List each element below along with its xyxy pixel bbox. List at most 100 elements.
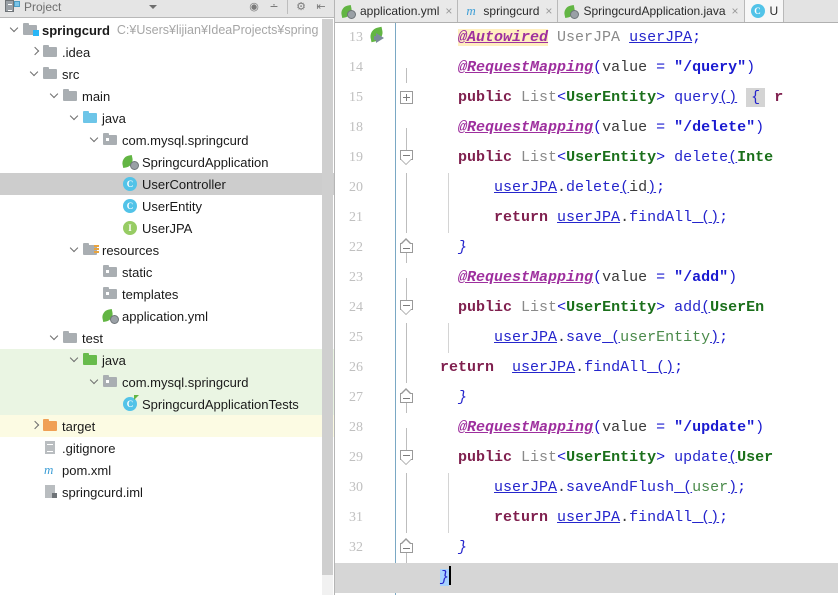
editor-tab-u[interactable]: CU xyxy=(744,0,785,22)
chevron-right-icon[interactable] xyxy=(28,41,42,63)
fold-gutter[interactable] xyxy=(396,83,418,113)
hide-panel-icon[interactable]: ⇤ xyxy=(312,0,330,16)
tree-node-springcurdapplication[interactable]: SpringcurdApplication xyxy=(0,151,334,173)
chevron-down-icon[interactable] xyxy=(8,19,22,41)
code-line[interactable]: 21 return userJPA.findAll (); xyxy=(335,203,838,233)
fold-gutter[interactable] xyxy=(396,353,418,383)
tree-node-userentity[interactable]: C UserEntity xyxy=(0,195,334,217)
run-gutter-icon[interactable] xyxy=(368,23,395,53)
fold-collapse-icon[interactable] xyxy=(400,150,413,165)
fold-region-end-icon[interactable] xyxy=(400,238,413,253)
code-line[interactable]: 28 @RequestMapping(value = "/update") xyxy=(335,413,838,443)
tree-node-resources[interactable]: resources xyxy=(0,239,334,261)
tree-node-com-mysql-springcurd[interactable]: com.mysql.springcurd xyxy=(0,371,334,393)
tree-node-springcurd[interactable]: springcurd C:¥Users¥lijian¥IdeaProjects¥s… xyxy=(0,19,334,41)
code-text[interactable]: @RequestMapping(value = "/query") xyxy=(418,53,838,83)
tree-node-springcurdapplicationtests[interactable]: C SpringcurdApplicationTests xyxy=(0,393,334,415)
code-text[interactable]: userJPA.save (userEntity); xyxy=(418,323,838,353)
expand-collapse-icon[interactable]: ∸ xyxy=(265,0,283,16)
editor-tab-springcurd[interactable]: m springcurd × xyxy=(458,0,559,22)
fold-collapse-icon[interactable] xyxy=(400,300,413,315)
scrollbar-thumb[interactable] xyxy=(322,19,333,575)
fold-gutter[interactable] xyxy=(396,23,418,53)
code-line[interactable]: 26 return userJPA.findAll (); xyxy=(335,353,838,383)
fold-gutter[interactable] xyxy=(396,383,418,413)
chevron-down-icon[interactable] xyxy=(68,107,82,129)
tree-node-com-mysql-springcurd[interactable]: com.mysql.springcurd xyxy=(0,129,334,151)
tree-node-main[interactable]: main xyxy=(0,85,334,107)
fold-gutter[interactable] xyxy=(396,113,418,143)
code-line[interactable]: 32 } xyxy=(335,533,838,563)
code-line[interactable]: 15 public List<UserEntity> query() { r xyxy=(335,83,838,113)
code-text[interactable]: return userJPA.findAll (); xyxy=(418,203,838,233)
tree-node-userjpa[interactable]: I UserJPA xyxy=(0,217,334,239)
fold-gutter[interactable] xyxy=(396,263,418,293)
code-text[interactable]: public List<UserEntity> add(UserEn xyxy=(418,293,838,323)
code-text[interactable]: @RequestMapping(value = "/delete") xyxy=(418,113,838,143)
fold-collapse-icon[interactable] xyxy=(400,450,413,465)
close-icon[interactable]: × xyxy=(445,5,452,17)
chevron-down-icon[interactable] xyxy=(68,349,82,371)
fold-gutter[interactable] xyxy=(396,413,418,443)
code-line[interactable]: 25 userJPA.save (userEntity); xyxy=(335,323,838,353)
code-line[interactable]: 23 @RequestMapping(value = "/add") xyxy=(335,263,838,293)
code-line[interactable]: 24 public List<UserEntity> add(UserEn xyxy=(335,293,838,323)
close-icon[interactable]: × xyxy=(545,5,552,17)
tree-node-springcurd-iml[interactable]: springcurd.iml xyxy=(0,481,334,503)
tree-node-java[interactable]: java xyxy=(0,349,334,371)
code-line[interactable]: } xyxy=(335,563,838,593)
fold-region-end-icon[interactable] xyxy=(400,538,413,553)
code-line[interactable]: 31 return userJPA.findAll (); xyxy=(335,503,838,533)
fold-region-end-icon[interactable] xyxy=(400,388,413,403)
tree-node--idea[interactable]: .idea xyxy=(0,41,334,63)
tree-node--gitignore[interactable]: .gitignore xyxy=(0,437,334,459)
tree-node-src[interactable]: src xyxy=(0,63,334,85)
code-lines-container[interactable]: 13 @Autowired UserJPA userJPA; 14 @Reques… xyxy=(335,23,838,593)
code-editor[interactable]: 13 @Autowired UserJPA userJPA; 14 @Reques… xyxy=(335,23,838,595)
code-line[interactable]: 29 public List<UserEntity> update(User xyxy=(335,443,838,473)
fold-gutter[interactable] xyxy=(396,173,418,203)
tree-node-java[interactable]: java xyxy=(0,107,334,129)
code-text[interactable]: @Autowired UserJPA userJPA; xyxy=(418,23,838,53)
code-text[interactable]: userJPA.saveAndFlush (user); xyxy=(418,473,838,503)
tree-node-target[interactable]: target xyxy=(0,415,334,437)
fold-gutter[interactable] xyxy=(396,203,418,233)
close-icon[interactable]: × xyxy=(732,5,739,17)
code-text[interactable]: public List<UserEntity> update(User xyxy=(418,443,838,473)
tree-node-application-yml[interactable]: application.yml xyxy=(0,305,334,327)
code-line[interactable]: 22 } xyxy=(335,233,838,263)
fold-gutter[interactable] xyxy=(396,503,418,533)
chevron-right-icon[interactable] xyxy=(28,415,42,437)
tree-node-pom-xml[interactable]: m pom.xml xyxy=(0,459,334,481)
code-text[interactable]: } xyxy=(418,383,838,413)
code-text[interactable]: return userJPA.findAll (); xyxy=(418,353,838,383)
code-line[interactable]: 19 public List<UserEntity> delete(Inte xyxy=(335,143,838,173)
settings-gear-icon[interactable]: ⚙ xyxy=(292,0,310,16)
locate-icon[interactable]: ◉ xyxy=(245,0,263,16)
code-text[interactable]: @RequestMapping(value = "/update") xyxy=(418,413,838,443)
chevron-down-icon[interactable] xyxy=(68,239,82,261)
code-line[interactable]: 20 userJPA.delete(id); xyxy=(335,173,838,203)
code-line[interactable]: 14 @RequestMapping(value = "/query") xyxy=(335,53,838,83)
fold-gutter[interactable] xyxy=(396,533,418,563)
fold-gutter[interactable] xyxy=(396,473,418,503)
fold-expand-icon[interactable] xyxy=(400,91,413,104)
tree-node-templates[interactable]: templates xyxy=(0,283,334,305)
tree-node-usercontroller[interactable]: C UserController xyxy=(0,173,334,195)
fold-gutter[interactable] xyxy=(396,293,418,323)
tree-node-static[interactable]: static xyxy=(0,261,334,283)
fold-gutter[interactable] xyxy=(396,143,418,173)
code-line[interactable]: 27 } xyxy=(335,383,838,413)
chevron-down-icon[interactable] xyxy=(48,327,62,349)
fold-gutter[interactable] xyxy=(396,233,418,263)
code-text[interactable]: public List<UserEntity> query() { r xyxy=(418,83,838,113)
code-text[interactable]: @RequestMapping(value = "/add") xyxy=(418,263,838,293)
fold-gutter[interactable] xyxy=(396,53,418,83)
fold-gutter[interactable] xyxy=(396,323,418,353)
editor-tab-bar[interactable]: application.yml × m springcurd × SpringcurdAp… xyxy=(335,0,838,23)
code-text[interactable]: } xyxy=(418,533,838,563)
chevron-down-icon[interactable] xyxy=(48,85,62,107)
chevron-down-icon[interactable] xyxy=(88,371,102,393)
tree-node-test[interactable]: test xyxy=(0,327,334,349)
code-text[interactable]: return userJPA.findAll (); xyxy=(418,503,838,533)
